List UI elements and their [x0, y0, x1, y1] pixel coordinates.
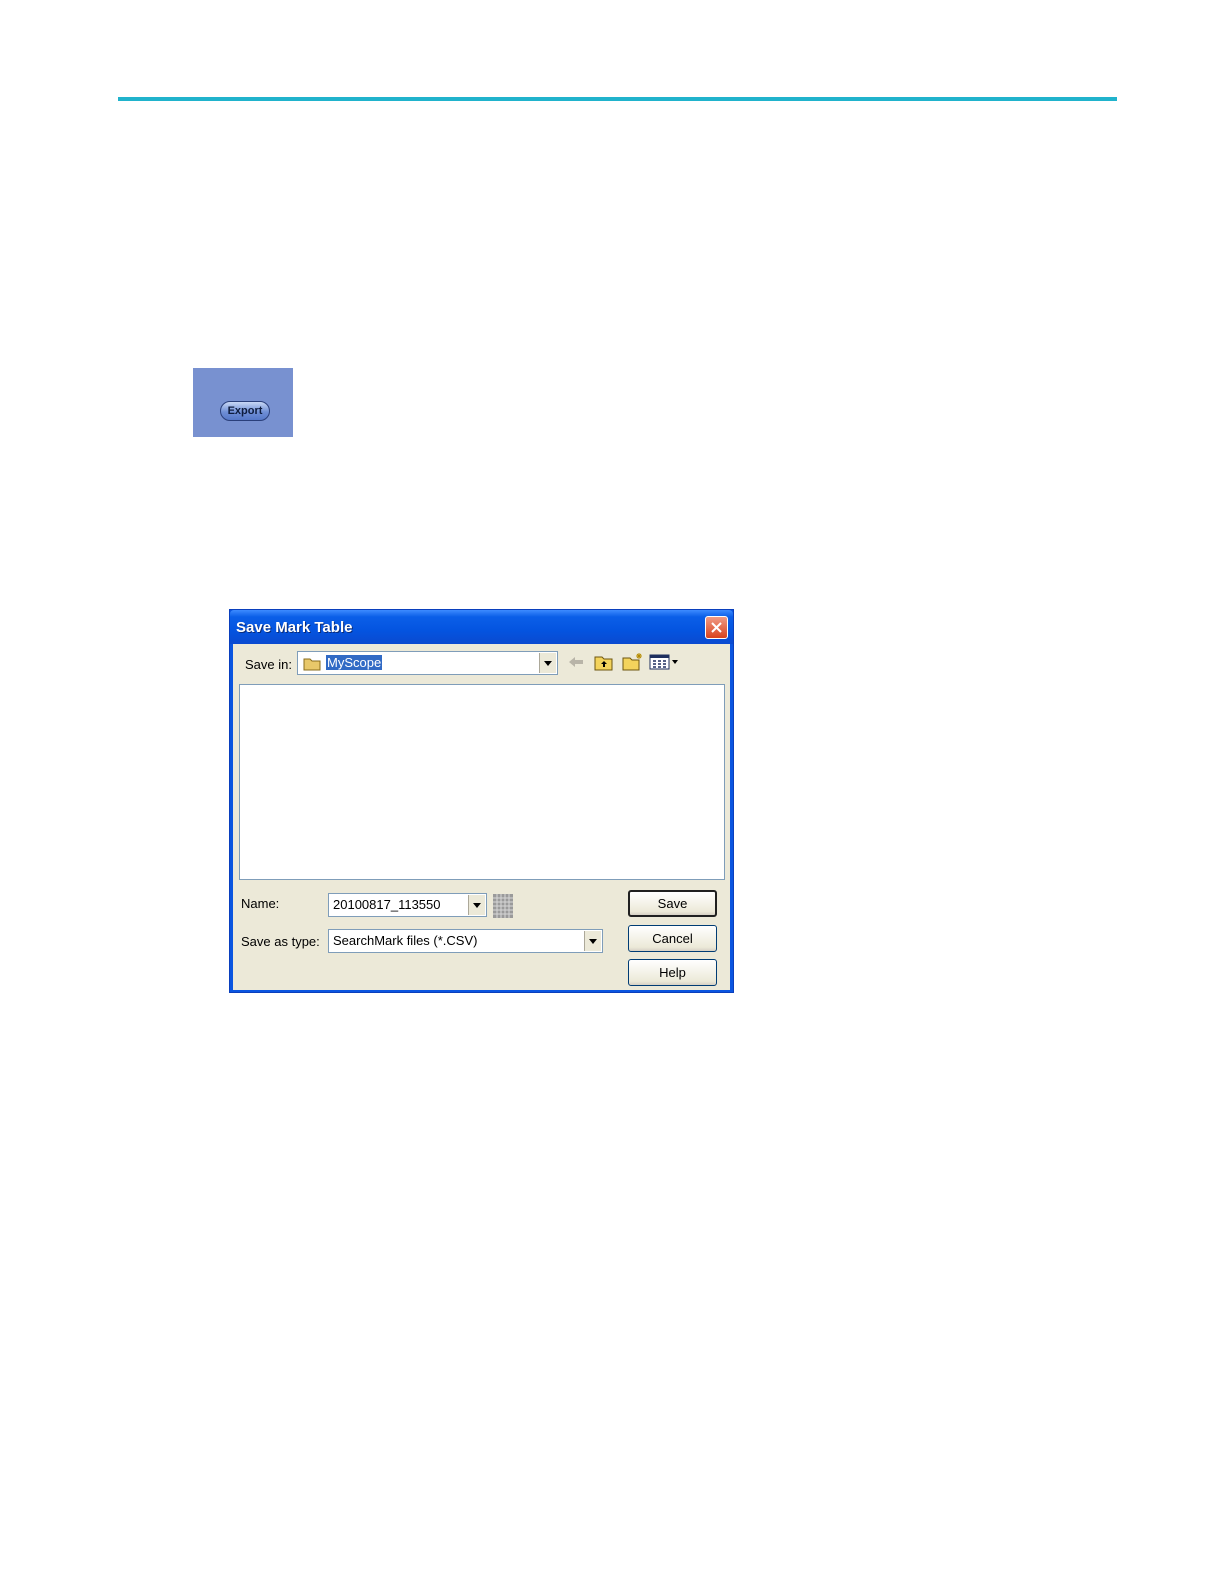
keypad-icon[interactable]	[493, 894, 513, 923]
save-as-type-dropdown-arrow[interactable]	[584, 931, 601, 951]
save-as-type-dropdown[interactable]: SearchMark files (*.CSV)	[328, 929, 603, 953]
save-as-type-label: Save as type:	[241, 934, 320, 949]
save-in-dropdown[interactable]: MyScope	[297, 651, 558, 675]
save-mark-table-dialog: Save Mark Table Save in: MyScope Name: 2…	[229, 609, 734, 993]
export-button-panel: Export	[193, 368, 293, 437]
file-list[interactable]	[239, 684, 725, 880]
name-label: Name:	[241, 896, 280, 911]
help-button[interactable]: Help	[628, 959, 717, 986]
up-folder-icon[interactable]	[594, 653, 614, 676]
name-input[interactable]: 20100817_113550	[328, 893, 487, 917]
cancel-button[interactable]: Cancel	[628, 925, 717, 952]
dialog-body: Save in: MyScope Name: 20100817_113550 S…	[233, 644, 730, 990]
back-arrow-icon[interactable]	[567, 655, 585, 674]
name-dropdown-arrow[interactable]	[468, 895, 485, 915]
folder-icon	[303, 656, 321, 676]
header-rule	[118, 97, 1117, 101]
dialog-title: Save Mark Table	[236, 619, 353, 636]
export-button[interactable]: Export	[220, 401, 270, 421]
save-in-label: Save in:	[245, 657, 292, 672]
title-bar[interactable]: Save Mark Table	[230, 610, 733, 644]
save-as-type-value: SearchMark files (*.CSV)	[333, 933, 478, 948]
save-in-dropdown-arrow[interactable]	[539, 653, 556, 673]
view-menu-icon[interactable]	[649, 654, 679, 675]
close-button[interactable]	[705, 616, 728, 639]
close-icon	[711, 622, 722, 633]
new-folder-icon[interactable]	[622, 652, 644, 676]
name-value: 20100817_113550	[333, 897, 441, 912]
save-in-value: MyScope	[326, 655, 383, 670]
save-button[interactable]: Save	[628, 890, 717, 917]
